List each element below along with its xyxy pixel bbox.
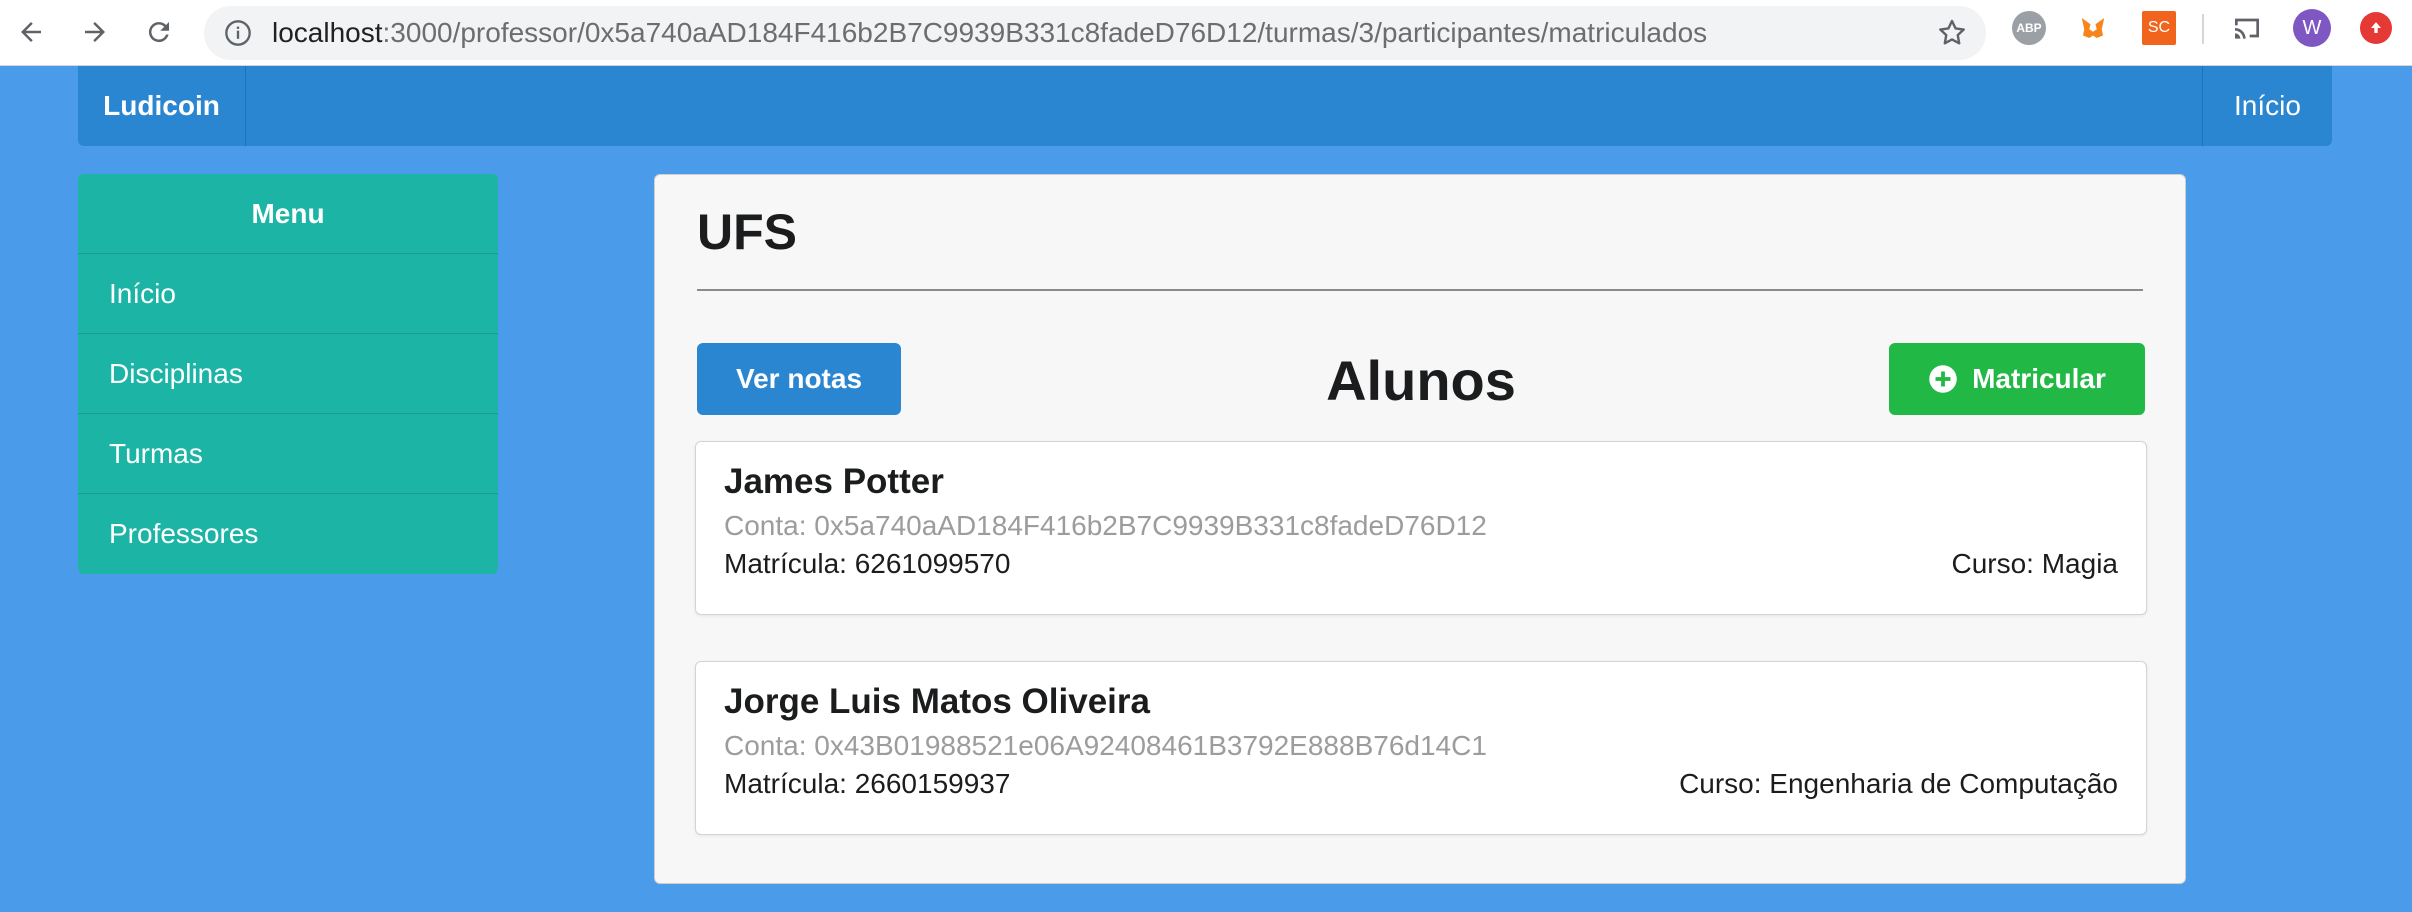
sc-icon[interactable]: SC — [2142, 11, 2176, 45]
navbar-inicio-link[interactable]: Início — [2202, 66, 2332, 146]
top-navbar: Ludicoin Início — [78, 66, 2332, 146]
student-name: James Potter — [724, 462, 944, 501]
sidebar-menu: Menu Início Disciplinas Turmas Professor… — [78, 174, 498, 574]
sidebar-item-disciplinas[interactable]: Disciplinas — [78, 334, 498, 414]
student-card: Jorge Luis Matos Oliveira Conta: 0x43B01… — [695, 661, 2147, 835]
cast-icon[interactable] — [2230, 11, 2264, 45]
title-divider — [697, 289, 2143, 291]
reload-icon[interactable] — [136, 9, 182, 55]
student-name: Jorge Luis Matos Oliveira — [724, 682, 1150, 721]
update-icon[interactable] — [2360, 12, 2392, 44]
sidebar-item-inicio[interactable]: Início — [78, 254, 498, 334]
info-icon[interactable] — [224, 19, 252, 47]
browser-toolbar: localhost:3000/professor/0x5a740aAD184F4… — [0, 0, 2412, 66]
bookmark-star-icon[interactable] — [1936, 17, 1968, 49]
matricular-button[interactable]: Matricular — [1889, 343, 2145, 415]
toolbar-divider — [2202, 14, 2204, 44]
metamask-fox-icon[interactable] — [2076, 11, 2110, 45]
profile-avatar[interactable]: W — [2293, 9, 2331, 47]
abp-icon[interactable]: ABP — [2012, 11, 2046, 45]
main-panel: UFS Alunos Ver notas Matricular James Po… — [654, 174, 2186, 884]
address-bar[interactable]: localhost:3000/professor/0x5a740aAD184F4… — [204, 6, 1986, 60]
student-enrollment: Matrícula: 2660159937 — [724, 768, 1011, 799]
ver-notas-button[interactable]: Ver notas — [697, 343, 901, 415]
sidebar-item-turmas[interactable]: Turmas — [78, 414, 498, 494]
student-account: Conta: 0x5a740aAD184F416b2B7C9939B331c8f… — [724, 510, 1487, 541]
student-enrollment: Matrícula: 6261099570 — [724, 548, 1011, 579]
menu-header: Menu — [78, 174, 498, 254]
student-account: Conta: 0x43B01988521e06A92408461B3792E88… — [724, 730, 1487, 761]
student-course: Curso: Engenharia de Computação — [1679, 768, 2118, 799]
page-title: UFS — [697, 204, 797, 260]
ver-notas-label: Ver notas — [735, 363, 863, 394]
student-course: Curso: Magia — [1951, 548, 2118, 579]
matricular-label: Matricular — [1972, 363, 2106, 394]
url-text[interactable]: localhost:3000/professor/0x5a740aAD184F4… — [272, 6, 1707, 60]
back-icon[interactable] — [8, 9, 54, 55]
forward-icon[interactable] — [72, 9, 118, 55]
student-card: James Potter Conta: 0x5a740aAD184F416b2B… — [695, 441, 2147, 615]
brand-link[interactable]: Ludicoin — [78, 66, 246, 146]
url-host: localhost — [272, 17, 383, 48]
plus-circle-icon — [1929, 365, 1957, 393]
url-path: :3000/professor/0x5a740aAD184F416b2B7C99… — [382, 17, 1708, 48]
sidebar-item-professores[interactable]: Professores — [78, 494, 498, 574]
